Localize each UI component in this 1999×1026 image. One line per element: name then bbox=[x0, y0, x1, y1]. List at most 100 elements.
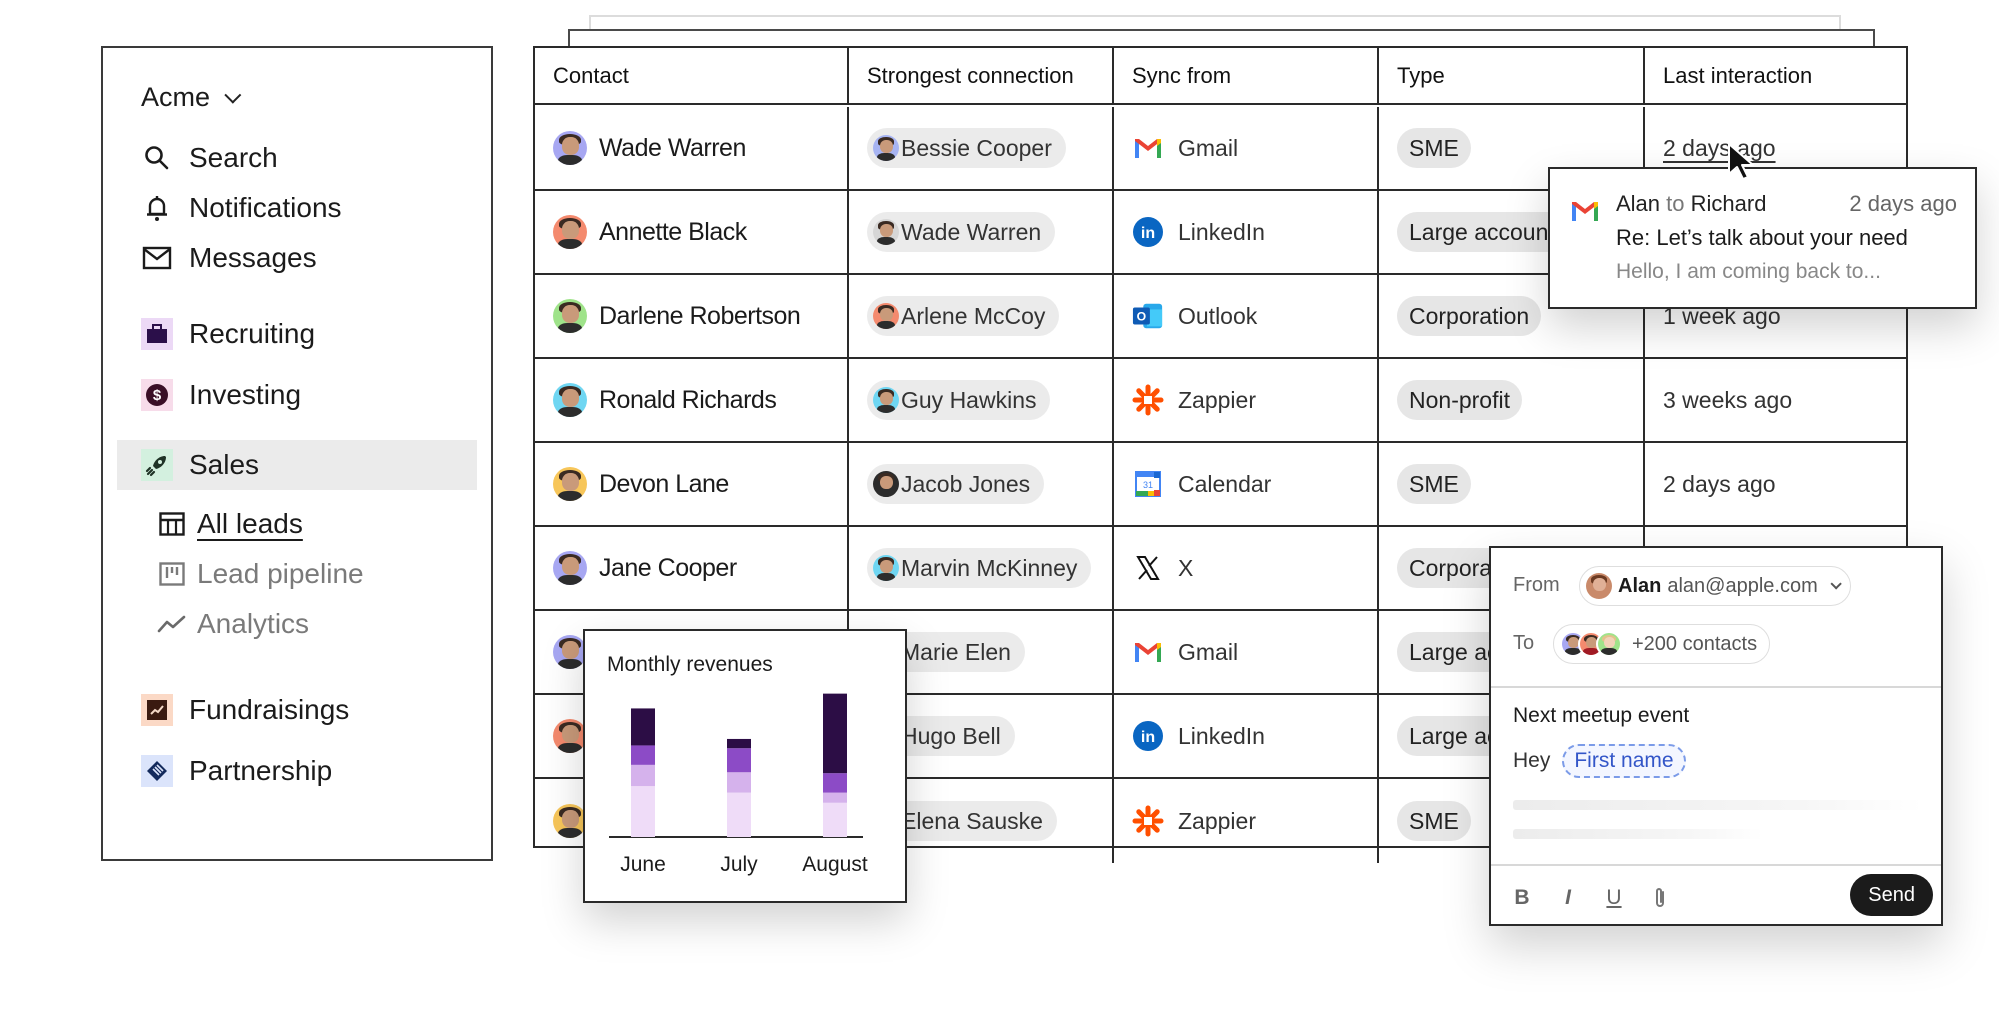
connection-name: Jacob Jones bbox=[901, 470, 1031, 497]
bar-july-segment-2[interactable] bbox=[727, 772, 751, 793]
recipients-selector[interactable]: +200 contacts bbox=[1553, 624, 1771, 664]
contact-cell[interactable]: Devon Lane bbox=[535, 443, 849, 525]
column-header-last-interaction[interactable]: Last interaction bbox=[1645, 48, 1906, 103]
bar-august-segment-4[interactable] bbox=[823, 693, 847, 774]
sidebar-subitem-label: Analytics bbox=[197, 608, 310, 639]
contact-avatar bbox=[553, 467, 587, 501]
connection-avatar bbox=[873, 219, 899, 245]
contact-cell[interactable]: Annette Black bbox=[535, 191, 849, 273]
type-badge: Corporation bbox=[1397, 296, 1542, 336]
bar-august-segment-1[interactable] bbox=[823, 802, 847, 837]
column-header-sync-from[interactable]: Sync from bbox=[1114, 48, 1379, 103]
bell-icon bbox=[141, 192, 173, 224]
contact-avatar bbox=[553, 551, 587, 585]
linkedin-icon: in bbox=[1132, 216, 1164, 248]
email-participants: Alan to Richard bbox=[1616, 191, 1766, 217]
gmail-icon bbox=[1570, 199, 1600, 228]
svg-text:in: in bbox=[1141, 729, 1155, 746]
zapier-icon bbox=[1132, 384, 1164, 416]
underline-button[interactable]: U bbox=[1601, 886, 1627, 910]
sync-source: Gmail bbox=[1178, 638, 1239, 665]
last-interaction-cell: 3 weeks ago bbox=[1645, 359, 1906, 441]
connection-chip[interactable]: Jacob Jones bbox=[867, 464, 1045, 504]
email-subject-field[interactable]: Next meetup event bbox=[1513, 704, 1689, 728]
table-row[interactable]: Devon Lane Jacob Jones 31 Calendar SME 2 … bbox=[535, 443, 1906, 527]
from-selector[interactable]: Alan alan@apple.com bbox=[1579, 566, 1851, 606]
sidebar-item-search[interactable]: Search bbox=[141, 142, 278, 174]
attach-button[interactable] bbox=[1647, 886, 1673, 916]
column-header-contact[interactable]: Contact bbox=[535, 48, 849, 103]
sidebar-item-messages[interactable]: Messages bbox=[141, 242, 317, 274]
column-header-strongest-connection[interactable]: Strongest connection bbox=[849, 48, 1114, 103]
bar-june-segment-4[interactable] bbox=[631, 708, 655, 746]
column-header-type[interactable]: Type bbox=[1379, 48, 1645, 103]
connection-chip[interactable]: Marvin McKinney bbox=[867, 548, 1092, 588]
bar-june-segment-1[interactable] bbox=[631, 786, 655, 837]
table-row[interactable]: Ronald Richards Guy Hawkins Zappier Non-… bbox=[535, 359, 1906, 443]
contact-avatar bbox=[553, 383, 587, 417]
mouse-cursor-icon bbox=[1726, 142, 1760, 187]
bold-button[interactable]: B bbox=[1509, 886, 1535, 910]
sidebar-item-fundraisings[interactable]: Fundraisings bbox=[141, 694, 349, 726]
bar-august-segment-3[interactable] bbox=[823, 773, 847, 793]
email-body[interactable]: Hey First name bbox=[1513, 744, 1686, 778]
line-chart-icon bbox=[157, 609, 187, 639]
sidebar-subitem-all-leads[interactable]: All leads bbox=[157, 508, 303, 540]
x-tick-label: July bbox=[720, 853, 758, 876]
first-name-variable[interactable]: First name bbox=[1562, 744, 1686, 778]
bar-july-segment-3[interactable] bbox=[727, 748, 751, 773]
sidebar-item-recruiting[interactable]: Recruiting bbox=[141, 318, 315, 350]
contact-cell[interactable]: Jane Cooper bbox=[535, 527, 849, 609]
connection-name: Hugo Bell bbox=[901, 722, 1001, 749]
type-badge: SME bbox=[1397, 801, 1471, 841]
bar-july-segment-4[interactable] bbox=[727, 738, 751, 749]
contact-cell[interactable]: Ronald Richards bbox=[535, 359, 849, 441]
sidebar-subitem-analytics[interactable]: Analytics bbox=[157, 608, 309, 640]
connection-name: Guy Hawkins bbox=[901, 386, 1037, 413]
connection-avatar bbox=[873, 303, 899, 329]
connection-name: Bessie Cooper bbox=[901, 134, 1052, 161]
bar-august-segment-2[interactable] bbox=[823, 792, 847, 803]
monthly-revenues-chart: June July August bbox=[609, 693, 868, 876]
contact-cell[interactable]: Wade Warren bbox=[535, 107, 849, 189]
workspace-switcher[interactable]: Acme bbox=[141, 82, 242, 113]
briefcase-icon bbox=[141, 318, 173, 350]
sidebar-item-label: Investing bbox=[189, 379, 302, 410]
sync-cell: Gmail bbox=[1114, 611, 1379, 693]
sync-cell: in LinkedIn bbox=[1114, 191, 1379, 273]
svg-text:31: 31 bbox=[1143, 480, 1153, 490]
connection-chip[interactable]: Arlene McCoy bbox=[867, 296, 1060, 336]
recipient-avatars bbox=[1560, 631, 1622, 657]
linkedin-icon: in bbox=[1132, 720, 1164, 752]
connection-chip[interactable]: Guy Hawkins bbox=[867, 380, 1051, 420]
sender-email: alan@apple.com bbox=[1667, 574, 1818, 597]
connection-name: Wade Warren bbox=[901, 218, 1042, 245]
last-interaction-cell: 2 days ago bbox=[1645, 443, 1906, 525]
contact-cell[interactable]: Darlene Robertson bbox=[535, 275, 849, 357]
chevron-down-icon bbox=[1830, 578, 1842, 590]
sidebar-item-investing[interactable]: $ Investing bbox=[141, 379, 301, 411]
bar-june-segment-3[interactable] bbox=[631, 745, 655, 765]
bar-june-segment-2[interactable] bbox=[631, 764, 655, 787]
italic-button[interactable]: I bbox=[1555, 886, 1581, 910]
send-button[interactable]: Send bbox=[1850, 874, 1933, 916]
contact-avatar bbox=[553, 719, 587, 753]
contact-avatar bbox=[553, 299, 587, 333]
last-interaction: 2 days ago bbox=[1663, 470, 1776, 497]
sidebar-subitem-lead-pipeline[interactable]: Lead pipeline bbox=[157, 558, 364, 590]
last-interaction: 3 weeks ago bbox=[1663, 386, 1793, 413]
paperclip-icon bbox=[1652, 888, 1668, 915]
sidebar-item-label: Fundraisings bbox=[189, 694, 350, 725]
header-divider bbox=[1491, 686, 1941, 688]
bar-july-segment-1[interactable] bbox=[727, 792, 751, 837]
sidebar-item-notifications[interactable]: Notifications bbox=[141, 192, 342, 224]
type-badge: SME bbox=[1397, 464, 1471, 504]
sidebar-item-sales[interactable]: Sales bbox=[117, 440, 477, 490]
sync-source: Outlook bbox=[1178, 302, 1258, 329]
sidebar-item-partnership[interactable]: Partnership bbox=[141, 755, 332, 787]
connection-cell: Guy Hawkins bbox=[849, 359, 1114, 441]
connection-chip[interactable]: Bessie Cooper bbox=[867, 128, 1066, 168]
svg-text:$: $ bbox=[153, 387, 162, 404]
connection-avatar bbox=[873, 471, 899, 497]
connection-chip[interactable]: Wade Warren bbox=[867, 212, 1056, 252]
